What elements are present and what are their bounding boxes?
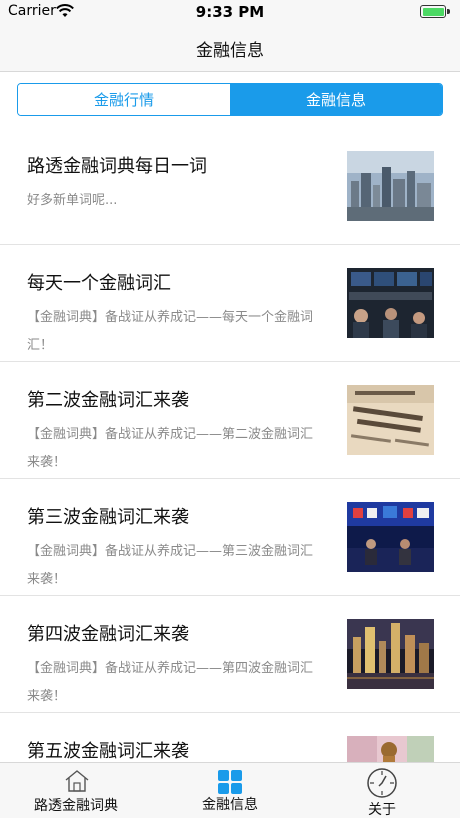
tab-about[interactable]: 关于 xyxy=(350,763,414,818)
article-title: 第四波金融词汇来袭 xyxy=(27,624,189,645)
tab-dictionary-label: 路透金融词典 xyxy=(34,798,118,814)
conference-stage-photo xyxy=(347,502,434,572)
segment-market-quotes[interactable]: 金融行情 xyxy=(18,84,230,115)
tab-finance-info[interactable]: 金融信息 xyxy=(186,763,274,818)
segmented-control: 金融行情 金融信息 xyxy=(17,83,443,116)
list-item[interactable]: 每天一个金融词汇 【金融词典】备战证从养成记——每天一个金融词汇！ xyxy=(0,245,460,362)
article-description: 【金融词典】备战证从养成记——每天一个金融词汇！ xyxy=(27,310,314,353)
article-description: 【金融词典】备战证从养成记——第二波金融词汇来袭！ xyxy=(27,427,314,470)
article-title: 第三波金融词汇来袭 xyxy=(27,507,189,528)
tab-dictionary[interactable]: 路透金融词典 xyxy=(20,763,132,818)
article-title: 路透金融词典每日一词 xyxy=(27,156,207,177)
battery-icon xyxy=(420,5,450,18)
status-bar: Carrier 9:33 PM xyxy=(0,0,460,24)
navigation-bar: 金融信息 xyxy=(0,24,460,72)
page-title: 金融信息 xyxy=(196,41,264,61)
tab-finance-info-label: 金融信息 xyxy=(202,797,258,813)
list-item[interactable]: 第二波金融词汇来袭 【金融词典】备战证从养成记——第二波金融词汇来袭！ xyxy=(0,362,460,479)
article-description: 【金融词典】备战证从养成记——第三波金融词汇来袭！ xyxy=(27,544,314,587)
home-icon xyxy=(65,770,89,792)
city-skyline-photo xyxy=(347,151,434,221)
segment-finance-info[interactable]: 金融信息 xyxy=(230,84,442,115)
list-item[interactable]: 第三波金融词汇来袭 【金融词典】备战证从养成记——第三波金融词汇来袭！ xyxy=(0,479,460,596)
status-time: 9:33 PM xyxy=(195,3,265,21)
stock-exchange-floor-photo xyxy=(347,268,434,338)
tab-bar: 路透金融词典 金融信息 关于 xyxy=(0,762,460,818)
article-title: 第二波金融词汇来袭 xyxy=(27,390,189,411)
article-description: 好多新单词呢... xyxy=(27,193,118,208)
compass-icon xyxy=(367,768,397,798)
article-description: 【金融词典】备战证从养成记——第四波金融词汇来袭！ xyxy=(27,661,314,704)
tab-about-label: 关于 xyxy=(368,802,396,818)
chess-money-photo xyxy=(347,736,434,762)
article-title: 每天一个金融词汇 xyxy=(27,273,171,294)
financial-times-newspaper-photo xyxy=(347,385,434,455)
article-list[interactable]: 路透金融词典每日一词 好多新单词呢... 每天一个金融词汇 【金融词典】备战证从… xyxy=(0,128,460,762)
grid-icon xyxy=(218,770,242,794)
list-item[interactable]: 路透金融词典每日一词 好多新单词呢... xyxy=(0,128,460,245)
list-item[interactable]: 第四波金融词汇来袭 【金融词典】备战证从养成记——第四波金融词汇来袭！ xyxy=(0,596,460,713)
list-item[interactable]: 第五波金融词汇来袭 xyxy=(0,713,460,762)
article-title: 第五波金融词汇来袭 xyxy=(27,741,189,762)
night-city-photo xyxy=(347,619,434,689)
